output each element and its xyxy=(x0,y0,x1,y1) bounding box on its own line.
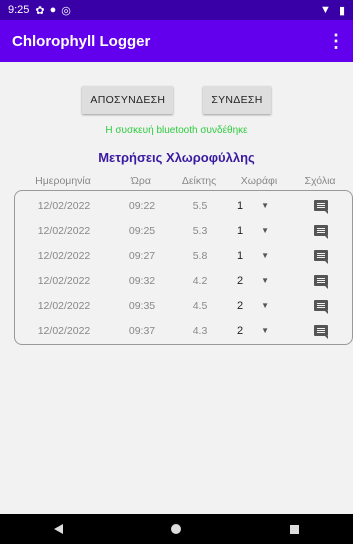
column-index: Δείκτης xyxy=(181,175,217,187)
navigation-bar xyxy=(0,514,353,544)
table-row: 12/02/2022 09:25 5.3 1 ▼ xyxy=(15,218,353,243)
table-row: 12/02/2022 09:22 5.5 1 ▼ xyxy=(15,193,353,218)
table-row: 12/02/2022 09:32 4.2 2 ▼ xyxy=(15,268,353,293)
dropdown-arrow-icon: ▼ xyxy=(261,326,270,335)
battery-icon: ▮ xyxy=(338,4,345,17)
row-date: 12/02/2022 xyxy=(37,199,91,212)
field-dropdown[interactable]: 1 ▼ xyxy=(229,200,291,212)
field-dropdown[interactable]: 1 ▼ xyxy=(229,250,291,262)
connect-button[interactable]: ΣΥΝΔΕΣΗ xyxy=(203,86,271,114)
row-date: 12/02/2022 xyxy=(37,324,91,337)
row-time: 09:27 xyxy=(128,249,156,262)
app-title: Chlorophyll Logger xyxy=(12,32,151,50)
connection-buttons: ΑΠΟΣΥΝΔΕΣΗ ΣΥΝΔΕΣΗ xyxy=(0,86,353,114)
table-row: 12/02/2022 09:35 4.5 2 ▼ xyxy=(15,293,353,318)
comment-icon[interactable] xyxy=(314,250,328,264)
row-index: 4.2 xyxy=(192,274,208,287)
row-index: 4.3 xyxy=(192,324,208,337)
field-dropdown[interactable]: 2 ▼ xyxy=(229,325,291,337)
status-bar: 9:25 ✿ ● ◎ ▼ ▮ xyxy=(0,0,353,20)
settings-icon: ✿ xyxy=(35,4,45,17)
row-date: 12/02/2022 xyxy=(37,274,91,287)
row-index: 4.5 xyxy=(192,299,208,312)
row-date: 12/02/2022 xyxy=(37,249,91,262)
row-time: 09:25 xyxy=(128,224,156,237)
comment-icon[interactable] xyxy=(314,225,328,239)
dropdown-arrow-icon: ▼ xyxy=(261,251,270,260)
back-icon[interactable] xyxy=(54,524,64,534)
row-date: 12/02/2022 xyxy=(37,299,91,312)
field-dropdown[interactable]: 1 ▼ xyxy=(229,225,291,237)
comment-icon[interactable] xyxy=(314,300,328,314)
row-date: 12/02/2022 xyxy=(37,224,91,237)
dropdown-arrow-icon: ▼ xyxy=(261,276,270,285)
table-row: 12/02/2022 09:27 5.8 1 ▼ xyxy=(15,243,353,268)
bluetooth-status-text: Η συσκευή bluetooth συνδέθηκε xyxy=(105,125,248,136)
row-time: 09:35 xyxy=(128,299,156,312)
field-value: 1 xyxy=(237,224,244,237)
field-dropdown[interactable]: 2 ▼ xyxy=(229,300,291,312)
table-header: Ημερομηνία Ώρα Δείκτης Χωράφι Σχόλια xyxy=(14,175,353,187)
overflow-menu-icon[interactable]: ⋮ xyxy=(327,31,345,52)
disconnect-button[interactable]: ΑΠΟΣΥΝΔΕΣΗ xyxy=(82,86,174,114)
row-index: 5.3 xyxy=(192,224,208,237)
row-time: 09:37 xyxy=(128,324,156,337)
recent-apps-icon[interactable] xyxy=(289,524,299,534)
field-value: 1 xyxy=(237,249,244,262)
field-value: 2 xyxy=(237,274,244,287)
column-time: Ώρα xyxy=(131,175,151,187)
sync-icon: ◎ xyxy=(61,4,71,17)
column-date: Ημερομηνία xyxy=(35,175,91,187)
page-title: Μετρήσεις Χλωροφύλλης xyxy=(98,150,255,165)
comment-icon[interactable] xyxy=(314,200,328,214)
app-bar: Chlorophyll Logger ⋮ xyxy=(0,20,353,62)
field-dropdown[interactable]: 2 ▼ xyxy=(229,275,291,287)
dropdown-arrow-icon: ▼ xyxy=(261,201,270,210)
measurements-table: 12/02/2022 09:22 5.5 1 ▼ 12/02/2022 09:25… xyxy=(14,190,353,345)
field-value: 2 xyxy=(237,299,244,312)
row-index: 5.8 xyxy=(192,249,208,262)
column-field: Χωράφι xyxy=(240,175,278,187)
column-comments: Σχόλια xyxy=(304,175,336,187)
comment-icon[interactable] xyxy=(314,325,328,339)
wifi-icon: ▼ xyxy=(320,4,331,16)
row-index: 5.5 xyxy=(192,199,208,212)
field-value: 1 xyxy=(237,199,244,212)
status-time: 9:25 xyxy=(8,4,30,16)
dropdown-arrow-icon: ▼ xyxy=(261,301,270,310)
field-value: 2 xyxy=(237,324,244,337)
record-icon: ● xyxy=(49,4,57,16)
row-time: 09:22 xyxy=(128,199,156,212)
row-time: 09:32 xyxy=(128,274,156,287)
comment-icon[interactable] xyxy=(314,275,328,289)
home-icon[interactable] xyxy=(171,524,182,534)
table-row: 12/02/2022 09:37 4.3 2 ▼ xyxy=(15,318,353,343)
dropdown-arrow-icon: ▼ xyxy=(261,226,270,235)
